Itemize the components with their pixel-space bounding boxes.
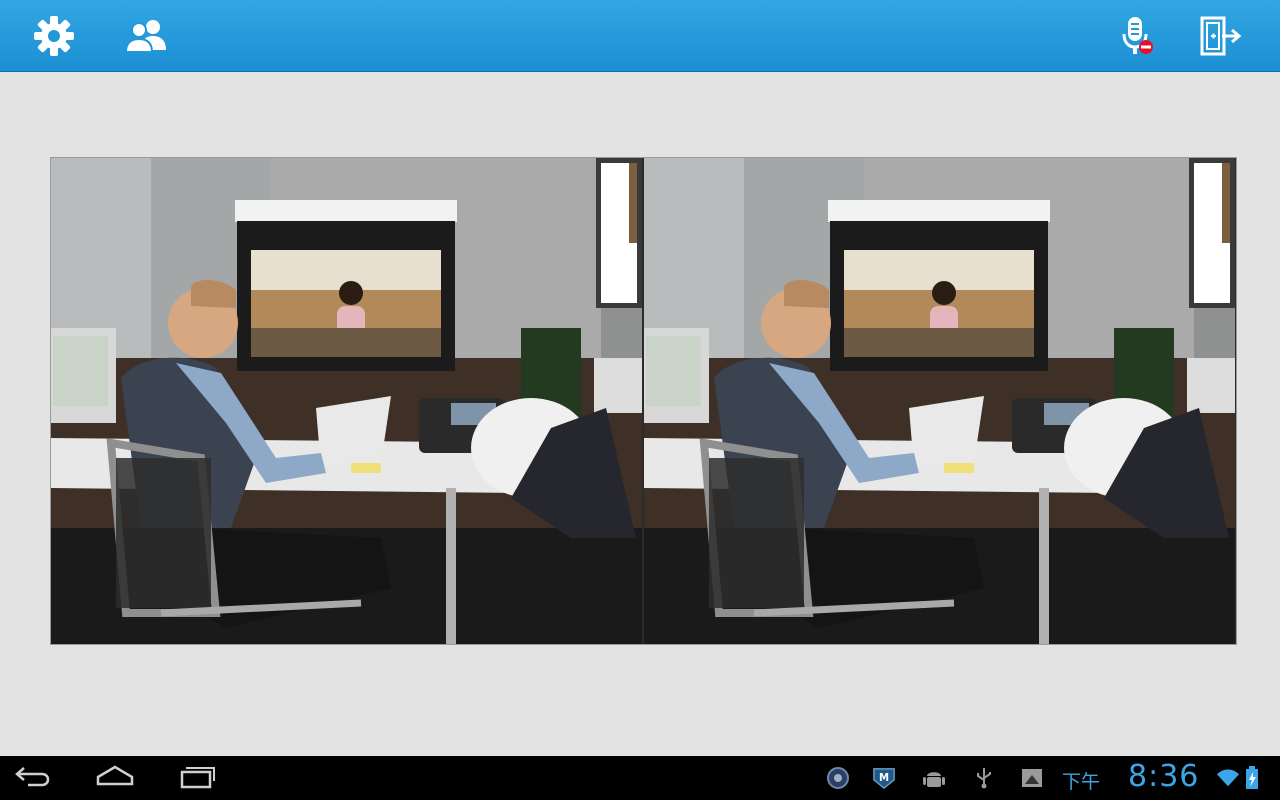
gear-icon bbox=[32, 14, 76, 58]
office-scene-image bbox=[51, 158, 642, 644]
system-bar: M 下午 8:36 bbox=[0, 756, 1280, 800]
office-scene-image bbox=[644, 158, 1235, 644]
recent-apps-button[interactable] bbox=[169, 762, 225, 794]
back-icon bbox=[14, 764, 54, 792]
action-bar bbox=[0, 0, 1280, 72]
leave-call-button[interactable] bbox=[1194, 10, 1246, 62]
svg-text:M: M bbox=[879, 773, 889, 784]
android-debug-icon[interactable] bbox=[922, 766, 946, 790]
screenshot-icon[interactable] bbox=[1020, 766, 1044, 790]
exit-call-icon bbox=[1196, 14, 1244, 58]
self-view-video[interactable] bbox=[51, 158, 642, 644]
video-area bbox=[50, 157, 1237, 645]
home-icon bbox=[95, 764, 135, 792]
m-app-icon[interactable]: M bbox=[872, 766, 896, 790]
settings-button[interactable] bbox=[28, 10, 80, 62]
back-button[interactable] bbox=[6, 762, 62, 794]
mute-microphone-button[interactable] bbox=[1110, 10, 1162, 62]
wifi-icon[interactable] bbox=[1216, 766, 1240, 790]
clock[interactable]: 8:36 bbox=[1128, 759, 1199, 794]
recent-apps-icon bbox=[177, 763, 217, 793]
usb-icon[interactable] bbox=[972, 766, 996, 790]
microphone-muted-icon bbox=[1116, 14, 1156, 58]
people-icon bbox=[124, 16, 168, 56]
home-button[interactable] bbox=[87, 762, 143, 794]
shield-app-icon[interactable] bbox=[826, 766, 850, 790]
contacts-button[interactable] bbox=[120, 10, 172, 62]
battery-charging-icon[interactable] bbox=[1244, 766, 1260, 790]
remote-view-video[interactable] bbox=[644, 158, 1235, 644]
ampm-label: 下午 bbox=[1062, 771, 1101, 793]
